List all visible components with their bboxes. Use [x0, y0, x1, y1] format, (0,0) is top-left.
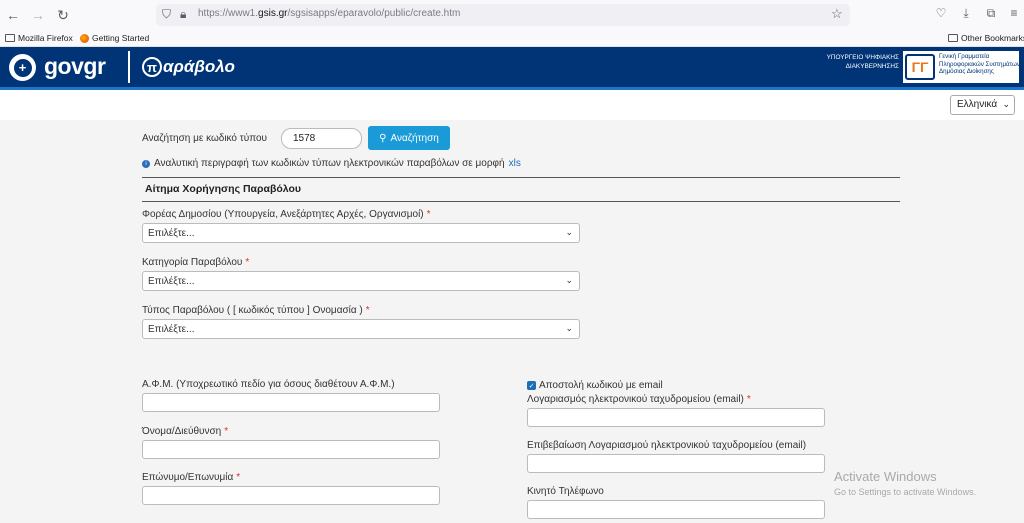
chevron-down-icon: ⌄	[565, 275, 573, 285]
email-confirm-label: Επιβεβαίωση Λογαριασμού ηλεκτρονικού ταχ…	[527, 440, 807, 451]
address-bar[interactable]: ⛉ 🔒︎ https://www1.gsis.gr/sgsisapps/epar…	[156, 4, 850, 26]
search-code-label: Αναζήτηση με κωδικό τύπου	[142, 133, 267, 144]
activate-windows-title: Activate Windows	[834, 469, 937, 484]
download-icon[interactable]: ⤓	[958, 6, 974, 22]
email-input[interactable]	[527, 408, 825, 427]
shield-icon[interactable]: ⛉	[162, 7, 171, 22]
greek-emblem-icon: +	[9, 54, 36, 81]
paravolo-logo[interactable]: π αράβολο	[142, 56, 235, 78]
chevron-down-icon: ⌄	[1002, 99, 1010, 109]
bookmarks-bar: Mozilla Firefox Getting Started Other Bo…	[0, 30, 1024, 47]
activate-windows-subtitle: Go to Settings to activate Windows.	[834, 487, 977, 497]
sub-bar	[0, 90, 1024, 120]
afm-input[interactable]	[142, 393, 440, 412]
agency-label: Φορέας Δημοσίου (Υπουργεία, Ανεξάρτητες …	[142, 209, 431, 220]
forward-icon[interactable]: →	[29, 6, 47, 24]
mobile-label: Κινητό Τηλέφωνο	[527, 486, 604, 497]
category-select[interactable]: Επιλέξτε... ⌄	[142, 271, 580, 291]
bookmark-star-icon[interactable]: ☆	[831, 6, 843, 22]
lock-icon[interactable]: 🔒︎	[180, 7, 186, 22]
type-label: Τύπος Παραβόλου ( [ κωδικός τύπου ] Ονομ…	[142, 305, 370, 316]
section-divider-bottom	[142, 201, 900, 202]
ministry-logo: ΥΠΟΥΡΓΕΙΟ ΨΗΦΙΑΚΗΣ ΔΙΑΚΥΒΕΡΝΗΣΗΣ ΓΓ Γενι…	[822, 50, 1020, 84]
bookmark-other[interactable]: Other Bookmarks	[948, 33, 1024, 43]
send-email-label: Αποστολή κωδικού με email	[539, 380, 663, 391]
name-input[interactable]	[142, 440, 440, 459]
firefox-icon	[80, 33, 89, 43]
send-email-checkbox[interactable]: ✓	[527, 381, 536, 390]
category-label: Κατηγορία Παραβόλου *	[142, 257, 250, 268]
search-icon: ⚲	[379, 132, 387, 144]
url-text: https://www1.gsis.gr/sgsisapps/eparavolo…	[198, 8, 461, 19]
pocket-icon[interactable]: ♡	[933, 6, 949, 22]
afm-label: Α.Φ.Μ. (Υποχρεωτικό πεδίο για όσους διαθ…	[142, 379, 395, 390]
type-select[interactable]: Επιλέξτε... ⌄	[142, 319, 580, 339]
language-select[interactable]: Ελληνικά ⌄	[950, 95, 1015, 115]
site-header: + govgr π αράβολο ΥΠΟΥΡΓΕΙΟ ΨΗΦΙΑΚΗΣ ΔΙΑ…	[0, 47, 1024, 90]
browser-toolbar: ← → ↻ ⛉ 🔒︎ https://www1.gsis.gr/sgsisapp…	[0, 0, 1024, 30]
gsis-logo-icon: ΓΓ	[905, 54, 935, 80]
agency-select[interactable]: Επιλέξτε... ⌄	[142, 223, 580, 243]
section-title: Αίτημα Χορήγησης Παραβόλου	[145, 183, 301, 195]
xls-link[interactable]: xls	[509, 158, 521, 169]
folder-icon	[948, 34, 958, 42]
back-icon[interactable]: ←	[4, 6, 22, 24]
email-confirm-input[interactable]	[527, 454, 825, 473]
search-code-input[interactable]: 1578	[281, 128, 362, 149]
info-icon: i	[142, 159, 150, 168]
section-divider-top	[142, 177, 900, 178]
mobile-input[interactable]	[527, 500, 825, 519]
govgr-logo[interactable]: govgr	[44, 53, 106, 80]
surname-input[interactable]	[142, 486, 440, 505]
bookmark-mozilla-firefox[interactable]: Mozilla Firefox	[5, 33, 73, 43]
chevron-down-icon: ⌄	[565, 227, 573, 237]
extensions-icon[interactable]: ⧉	[983, 6, 999, 22]
name-label: Όνομα/Διεύθυνση *	[142, 426, 229, 437]
chevron-down-icon: ⌄	[565, 323, 573, 333]
menu-icon[interactable]: ≡	[1006, 6, 1022, 22]
folder-icon	[5, 34, 15, 42]
bookmark-getting-started[interactable]: Getting Started	[80, 33, 149, 43]
reload-icon[interactable]: ↻	[54, 6, 72, 24]
header-divider	[128, 51, 130, 83]
search-button[interactable]: ⚲ Αναζήτηση	[368, 126, 450, 150]
info-line: i Αναλυτική περιγραφή των κωδικών τύπων …	[142, 158, 521, 169]
email-label: Λογαριασμός ηλεκτρονικού ταχυδρομείου (e…	[527, 394, 751, 405]
surname-label: Επώνυμο/Επωνυμία *	[142, 472, 241, 483]
